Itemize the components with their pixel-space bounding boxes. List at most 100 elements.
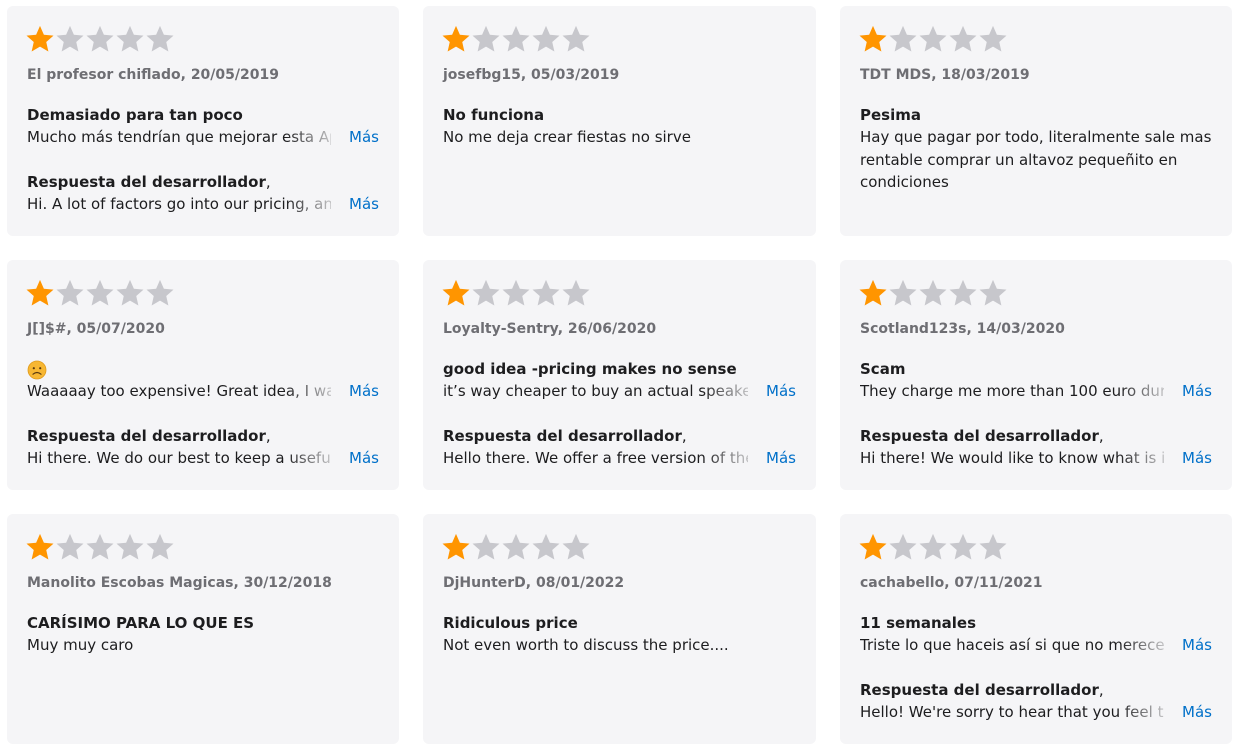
star-empty-icon [85, 278, 115, 308]
star-empty-icon [115, 532, 145, 562]
developer-more-link[interactable]: Más [1178, 446, 1212, 469]
star-rating [441, 532, 796, 562]
developer-response-text: Hello! We're sorry to hear that you feel… [860, 702, 1164, 721]
more-link[interactable]: Más [345, 126, 379, 149]
developer-response-label: Respuesta del desarrollador [860, 426, 1099, 445]
review-author-date: TDT MDS, 18/03/2019 [860, 67, 1030, 83]
developer-more-link[interactable]: Más [762, 446, 796, 469]
review-title [27, 358, 379, 380]
review-body: it’s way cheaper to buy an actual speake… [443, 380, 796, 403]
review-body: Mucho más tendrían que mejorar esta App … [27, 126, 379, 149]
star-empty-icon [978, 278, 1008, 308]
developer-response-heading: Respuesta del desarrollador, [27, 172, 271, 191]
review-title: 11 semanales [860, 614, 976, 632]
star-empty-icon [888, 24, 918, 54]
more-link[interactable]: Más [762, 380, 796, 403]
developer-more-link[interactable]: Más [345, 192, 379, 215]
review-title: Demasiado para tan poco [27, 106, 243, 124]
developer-response-heading: Respuesta del desarrollador, [443, 426, 687, 445]
developer-response: Hello! We're sorry to hear that you feel… [860, 700, 1212, 723]
developer-response-heading: Respuesta del desarrollador, [27, 426, 271, 445]
star-empty-icon [471, 24, 501, 54]
developer-response-heading: Respuesta del desarrollador, [860, 426, 1104, 445]
star-filled-icon [25, 278, 55, 308]
review-author-date: DjHunterD, 08/01/2022 [443, 575, 625, 591]
developer-more-link[interactable]: Más [345, 446, 379, 469]
review-title: Pesima [860, 106, 921, 124]
star-empty-icon [145, 278, 175, 308]
star-empty-icon [561, 24, 591, 54]
review-card: TDT MDS, 18/03/2019 Pesima Hay que pagar… [840, 6, 1232, 236]
review-title: good idea -pricing makes no sense [443, 360, 737, 378]
star-empty-icon [55, 532, 85, 562]
star-filled-icon [858, 532, 888, 562]
review-body-text: Mucho más tendrían que mejorar esta App [27, 128, 331, 146]
review-card: Scotland123s, 14/03/2020 Scam They charg… [840, 260, 1232, 490]
review-author-date: Scotland123s, 14/03/2020 [860, 321, 1065, 337]
developer-response: Hi there. We do our best to keep a usefu… [27, 446, 379, 469]
star-empty-icon [531, 532, 561, 562]
review-body: They charge me more than 100 euro during… [860, 380, 1212, 403]
star-rating [441, 24, 796, 54]
star-rating [441, 278, 796, 308]
star-rating [858, 532, 1212, 562]
star-rating [25, 24, 379, 54]
review-author-date: J[]$#, 05/07/2020 [27, 321, 165, 337]
review-body: Hay que pagar por todo, literalmente sal… [860, 128, 1212, 191]
review-title: Scam [860, 360, 906, 378]
star-empty-icon [55, 24, 85, 54]
star-filled-icon [441, 532, 471, 562]
star-empty-icon [978, 532, 1008, 562]
star-rating [858, 24, 1212, 54]
developer-response: Hi. A lot of factors go into our pricing… [27, 192, 379, 215]
developer-response-text: Hi. A lot of factors go into our pricing… [27, 194, 331, 213]
developer-more-link[interactable]: Más [1178, 700, 1212, 723]
review-body: Not even worth to discuss the price.... [443, 636, 729, 654]
star-empty-icon [145, 532, 175, 562]
developer-response-text: Hi there! We would like to know what is … [860, 448, 1164, 467]
review-title: Ridiculous price [443, 614, 578, 632]
star-empty-icon [501, 24, 531, 54]
star-empty-icon [888, 278, 918, 308]
star-empty-icon [501, 278, 531, 308]
star-rating [25, 532, 379, 562]
star-rating [858, 278, 1212, 308]
star-empty-icon [561, 532, 591, 562]
review-body: Muy muy caro [27, 636, 134, 654]
star-filled-icon [25, 24, 55, 54]
star-rating [25, 278, 379, 308]
star-filled-icon [858, 24, 888, 54]
star-empty-icon [115, 278, 145, 308]
review-author-date: Manolito Escobas Magicas, 30/12/2018 [27, 575, 332, 591]
star-empty-icon [145, 24, 175, 54]
star-empty-icon [888, 532, 918, 562]
review-body: Triste lo que haceis así si que no merec… [860, 634, 1212, 657]
star-empty-icon [948, 278, 978, 308]
more-link[interactable]: Más [1178, 634, 1212, 657]
star-empty-icon [948, 24, 978, 54]
reviews-grid: El profesor chiflado, 20/05/2019 Demasia… [7, 6, 1232, 744]
developer-response: Hello there. We offer a free version of … [443, 446, 796, 469]
review-card: josefbg15, 05/03/2019 No funciona No me … [423, 6, 816, 236]
developer-response: Hi there! We would like to know what is … [860, 446, 1212, 469]
star-empty-icon [561, 278, 591, 308]
review-author-date: cachabello, 07/11/2021 [860, 575, 1043, 591]
star-filled-icon [858, 278, 888, 308]
star-filled-icon [25, 532, 55, 562]
star-empty-icon [918, 278, 948, 308]
star-empty-icon [471, 278, 501, 308]
review-card: El profesor chiflado, 20/05/2019 Demasia… [7, 6, 399, 236]
more-link[interactable]: Más [1178, 380, 1212, 403]
star-empty-icon [115, 24, 145, 54]
review-author-date: Loyalty-Sentry, 26/06/2020 [443, 321, 657, 337]
more-link[interactable]: Más [345, 380, 379, 403]
review-body-text: Triste lo que haceis así si que no merec… [860, 636, 1164, 654]
star-empty-icon [85, 532, 115, 562]
developer-response-text: Hi there. We do our best to keep a usefu… [27, 448, 331, 467]
star-empty-icon [85, 24, 115, 54]
review-body-text: Waaaaay too expensive! Great idea, I was [27, 382, 331, 400]
review-author-date: josefbg15, 05/03/2019 [443, 67, 620, 83]
star-empty-icon [55, 278, 85, 308]
review-title: CARÍSIMO PARA LO QUE ES [27, 614, 255, 632]
star-empty-icon [918, 24, 948, 54]
